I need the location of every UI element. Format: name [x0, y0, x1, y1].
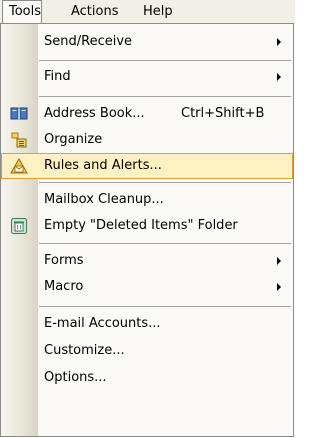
- menu-help[interactable]: Help: [137, 0, 179, 24]
- tools-dropdown-menu: Send/Receive Find Address Book... Ctrl+S…: [0, 23, 294, 437]
- menu-item-macro[interactable]: Macro: [1, 274, 293, 300]
- menu-item-label: Forms: [44, 253, 84, 268]
- menu-item-shortcut: Ctrl+Shift+B: [181, 106, 265, 121]
- submenu-arrow-icon: [277, 257, 281, 265]
- rules-alerts-icon: [10, 157, 28, 175]
- menu-item-find[interactable]: Find: [1, 64, 293, 90]
- organize-icon: [10, 131, 28, 149]
- menu-item-label: Empty "Deleted Items" Folder: [44, 218, 238, 233]
- menu-item-forms[interactable]: Forms: [1, 248, 293, 274]
- menu-separator: [39, 243, 291, 244]
- menu-help-label: Help: [143, 4, 173, 19]
- menu-item-empty-deleted-items[interactable]: Empty "Deleted Items" Folder: [1, 213, 293, 239]
- menu-actions-label: Actions: [71, 4, 119, 19]
- submenu-arrow-icon: [277, 283, 281, 291]
- menu-item-email-accounts[interactable]: E-mail Accounts...: [1, 311, 293, 337]
- address-book-icon: [10, 105, 28, 123]
- menu-bar: Tools Actions Help: [0, 0, 295, 24]
- menu-item-address-book[interactable]: Address Book... Ctrl+Shift+B: [1, 101, 293, 127]
- menu-actions[interactable]: Actions: [65, 0, 125, 24]
- menu-item-label: Customize...: [44, 343, 125, 358]
- menu-item-rules-and-alerts[interactable]: Rules and Alerts...: [1, 153, 293, 179]
- menu-item-label: Send/Receive: [44, 34, 133, 49]
- menu-item-label: Address Book...: [44, 106, 145, 121]
- menu-item-send-receive[interactable]: Send/Receive: [1, 29, 293, 55]
- menu-tools-label: Tools: [9, 4, 42, 19]
- menu-tools[interactable]: Tools: [2, 0, 42, 24]
- menu-item-options[interactable]: Options...: [1, 365, 293, 391]
- menu-item-label: Find: [44, 69, 71, 84]
- menu-item-label: Rules and Alerts...: [44, 158, 162, 173]
- menu-item-label: Macro: [44, 279, 84, 294]
- menu-separator: [39, 60, 291, 61]
- submenu-arrow-icon: [277, 73, 281, 81]
- menu-item-customize[interactable]: Customize...: [1, 338, 293, 364]
- deleted-items-icon: [10, 217, 28, 235]
- submenu-arrow-icon: [277, 38, 281, 46]
- menu-item-label: Organize: [44, 132, 103, 147]
- menu-item-mailbox-cleanup[interactable]: Mailbox Cleanup...: [1, 187, 293, 213]
- menu-separator: [39, 306, 291, 307]
- menu-item-organize[interactable]: Organize: [1, 127, 293, 153]
- menu-item-label: E-mail Accounts...: [44, 316, 161, 331]
- menu-separator: [39, 182, 291, 183]
- menu-item-label: Mailbox Cleanup...: [44, 192, 164, 207]
- menu-separator: [39, 96, 291, 97]
- menu-item-label: Options...: [44, 370, 107, 385]
